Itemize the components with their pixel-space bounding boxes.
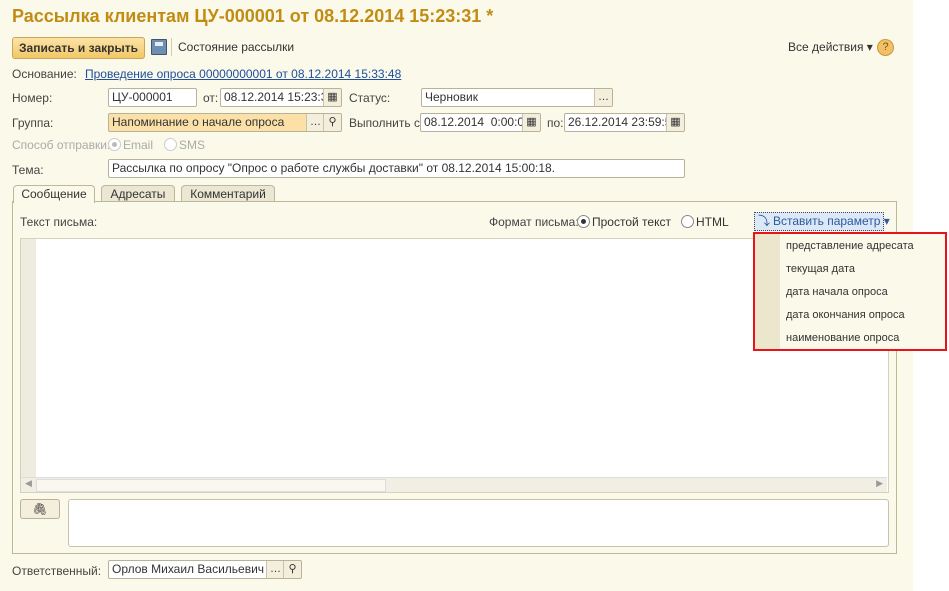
format-label: Формат письма: — [489, 215, 579, 229]
paperclip-icon: 🖇 — [32, 502, 48, 516]
select-button[interactable]: … — [266, 561, 284, 578]
date-value: 08.12.2014 15:23:31 — [224, 90, 335, 104]
select-button[interactable]: … — [594, 89, 612, 106]
help-icon[interactable]: ? — [877, 39, 894, 56]
calendar-icon[interactable]: ▦ — [522, 114, 540, 131]
send-method-sms: SMS — [164, 138, 205, 152]
tab-recipients[interactable]: Адресаты — [101, 185, 175, 202]
menu-item-survey-name[interactable]: наименование опроса — [786, 332, 899, 344]
status-label: Статус: — [349, 91, 391, 105]
status-input[interactable]: Черновик … — [421, 88, 613, 107]
calendar-icon[interactable]: ▦ — [666, 114, 684, 131]
toolbar-separator — [171, 38, 172, 56]
scroll-left-icon[interactable]: ◀ — [25, 478, 32, 489]
radio-icon — [164, 138, 177, 151]
subject-label: Тема: — [12, 163, 44, 177]
basis-label: Основание: — [12, 67, 77, 81]
html-label: HTML — [696, 215, 729, 229]
tab-message[interactable]: Сообщение — [13, 185, 95, 203]
execute-to-label: по: — [547, 116, 564, 130]
subject-input[interactable]: Рассылка по опросу "Опрос о работе служб… — [108, 159, 685, 178]
select-button[interactable]: … — [306, 114, 324, 131]
text-area-gutter — [21, 239, 36, 477]
page-title: Рассылка клиентам ЦУ-000001 от 08.12.201… — [12, 6, 494, 26]
radio-icon — [577, 215, 590, 228]
all-actions-menu[interactable]: Все действия ▾ — [788, 40, 873, 54]
group-input[interactable]: Напоминание о начале опроса … ⚲ — [108, 113, 342, 132]
group-value: Напоминание о начале опроса — [112, 115, 285, 129]
text-label: Текст письма: — [20, 215, 98, 229]
save-and-close-button[interactable]: Записать и закрыть — [12, 37, 145, 59]
menu-item-current-date[interactable]: текущая дата — [786, 263, 855, 275]
search-icon[interactable]: ⚲ — [283, 561, 301, 578]
email-option-label: Email — [123, 138, 154, 152]
attachments-field[interactable] — [68, 499, 889, 547]
search-icon[interactable]: ⚲ — [323, 114, 341, 131]
execute-to-input[interactable]: 26.12.2014 23:59:59 ▦ — [564, 113, 685, 132]
scrollbar-thumb[interactable] — [36, 479, 386, 492]
execute-from-label: Выполнить с: — [349, 116, 424, 130]
horizontal-scrollbar[interactable]: ◀ ▶ — [21, 477, 887, 492]
plain-text-label: Простой текст — [592, 215, 671, 229]
menu-icon-strip — [755, 234, 780, 349]
number-label: Номер: — [12, 91, 53, 105]
number-input[interactable]: ЦУ-000001 — [108, 88, 197, 107]
calendar-icon[interactable]: ▦ — [323, 89, 341, 106]
insert-parameter-menu: представление адресата текущая дата дата… — [753, 232, 947, 351]
format-plain-radio[interactable]: Простой текст — [577, 215, 671, 229]
attach-button[interactable]: 🖇 — [20, 499, 60, 519]
insert-parameter-label: Вставить параметр — [773, 214, 881, 228]
menu-item-start-date[interactable]: дата начала опроса — [786, 286, 888, 298]
group-label: Группа: — [12, 116, 54, 130]
insert-parameter-button[interactable]: ⤵ Вставить параметр ▾ — [754, 212, 890, 231]
menu-item-recipient[interactable]: представление адресата — [786, 240, 914, 252]
responsible-value: Орлов Михаил Васильевич — [112, 562, 265, 576]
execute-to-value: 26.12.2014 23:59:59 — [568, 115, 679, 129]
basis-link[interactable]: Проведение опроса 00000000001 от 08.12.2… — [85, 67, 401, 81]
execute-from-value: 08.12.2014 0:00:00 — [424, 115, 531, 129]
responsible-label: Ответственный: — [12, 564, 102, 578]
date-input[interactable]: 08.12.2014 15:23:31 ▦ — [220, 88, 342, 107]
scroll-right-icon[interactable]: ▶ — [876, 478, 883, 489]
radio-icon — [681, 215, 694, 228]
radio-icon — [108, 138, 121, 151]
mailing-status-button[interactable]: Состояние рассылки — [178, 40, 294, 54]
execute-from-input[interactable]: 08.12.2014 0:00:00 ▦ — [420, 113, 541, 132]
send-method-email: Email — [108, 138, 153, 152]
send-method-label: Способ отправки: — [12, 138, 111, 152]
tab-comment[interactable]: Комментарий — [181, 185, 275, 202]
menu-item-end-date[interactable]: дата окончания опроса — [786, 309, 905, 321]
save-icon[interactable] — [151, 39, 167, 55]
sms-option-label: SMS — [179, 138, 206, 152]
insert-icon: ⤵ — [758, 214, 771, 228]
responsible-input[interactable]: Орлов Михаил Васильевич… ⚲ — [108, 560, 302, 579]
date-from-label: от: — [203, 91, 219, 105]
status-value: Черновик — [425, 90, 478, 104]
format-html-radio[interactable]: HTML — [681, 215, 729, 229]
